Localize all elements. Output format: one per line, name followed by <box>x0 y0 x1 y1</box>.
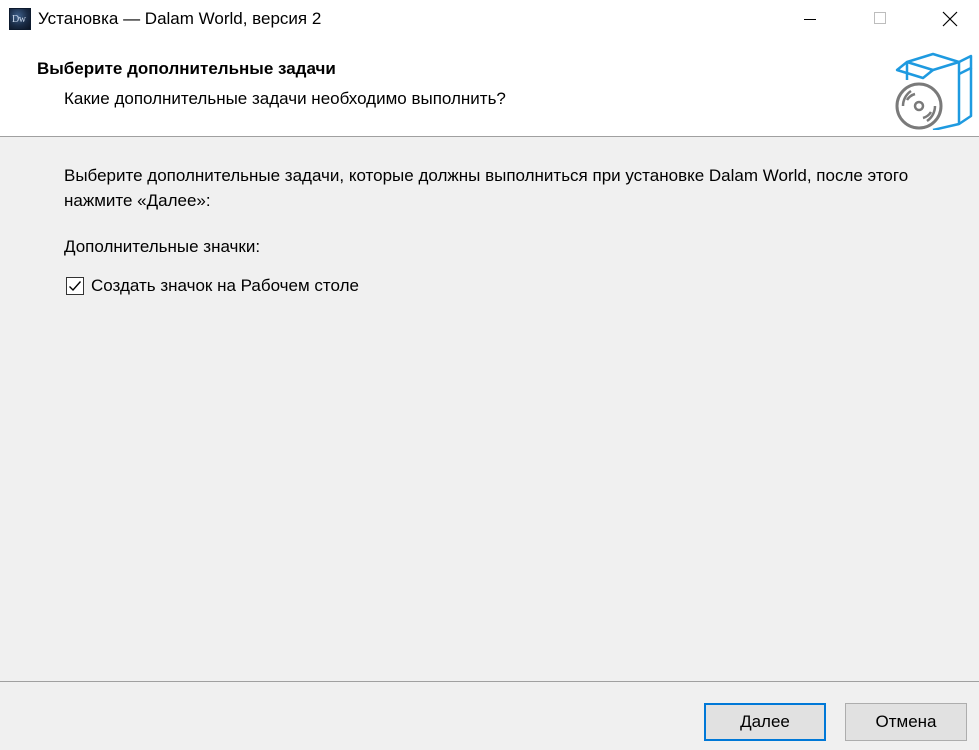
cancel-button[interactable]: Отмена <box>845 703 967 741</box>
close-icon <box>942 11 958 27</box>
app-icon-text: Dw <box>12 14 26 25</box>
app-icon: Dw <box>9 8 31 30</box>
page-title: Выберите дополнительные задачи <box>37 59 336 78</box>
next-button[interactable]: Далее <box>704 703 826 741</box>
title-bar[interactable]: Dw Установка — Dalam World, версия 2 <box>0 0 979 40</box>
installer-window: Dw Установка — Dalam World, версия 2 Выб… <box>0 0 979 750</box>
desktop-icon-checkbox[interactable] <box>66 277 84 295</box>
wizard-header: Выберите дополнительные задачи Какие доп… <box>0 40 979 137</box>
checkmark-icon <box>69 281 82 292</box>
maximize-button <box>857 0 903 40</box>
page-subtitle: Какие дополнительные задачи необходимо в… <box>64 89 506 108</box>
install-box-icon <box>895 52 973 130</box>
minimize-button[interactable] <box>787 0 833 40</box>
group-label-icons: Дополнительные значки: <box>64 237 261 256</box>
footer-divider <box>0 681 979 682</box>
description-text: Выберите дополнительные задачи, которые … <box>64 166 909 210</box>
desktop-icon-label[interactable]: Создать значок на Рабочем столе <box>91 276 359 296</box>
window-title: Установка — Dalam World, версия 2 <box>38 9 322 28</box>
close-button[interactable] <box>927 0 973 40</box>
task-desktop-icon[interactable]: Создать значок на Рабочем столе <box>66 275 359 297</box>
